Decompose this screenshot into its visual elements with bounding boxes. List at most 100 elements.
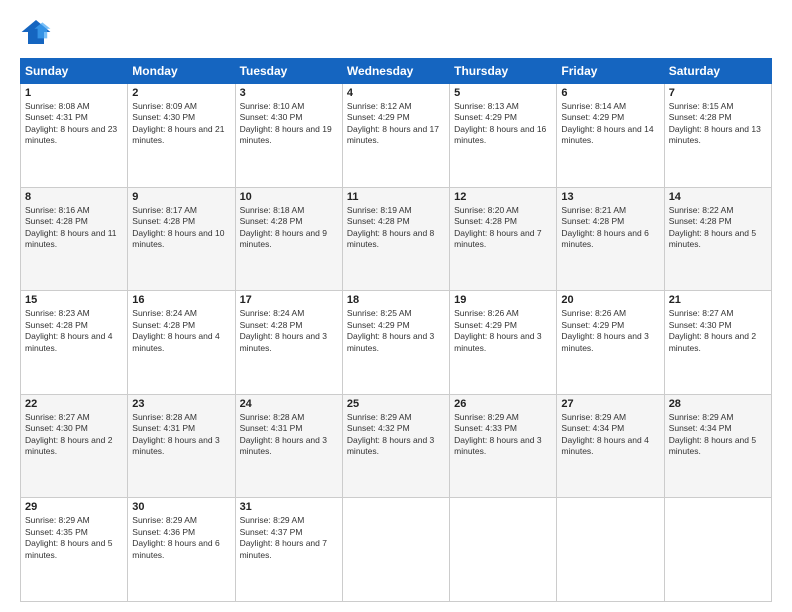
calendar-week-row: 8 Sunrise: 8:16 AMSunset: 4:28 PMDaylight… (21, 187, 772, 291)
day-number: 23 (132, 398, 230, 410)
cell-content: Sunrise: 8:28 AMSunset: 4:31 PMDaylight:… (240, 412, 338, 458)
day-number: 11 (347, 191, 445, 203)
header (20, 16, 772, 48)
day-number: 27 (561, 398, 659, 410)
cell-content: Sunrise: 8:21 AMSunset: 4:28 PMDaylight:… (561, 205, 659, 251)
day-number: 31 (240, 501, 338, 513)
weekday-header: Thursday (450, 59, 557, 84)
cell-content: Sunrise: 8:25 AMSunset: 4:29 PMDaylight:… (347, 308, 445, 354)
day-number: 8 (25, 191, 123, 203)
calendar-cell: 26 Sunrise: 8:29 AMSunset: 4:33 PMDayligh… (450, 394, 557, 498)
cell-content: Sunrise: 8:29 AMSunset: 4:33 PMDaylight:… (454, 412, 552, 458)
calendar-cell: 23 Sunrise: 8:28 AMSunset: 4:31 PMDayligh… (128, 394, 235, 498)
weekday-header: Saturday (664, 59, 771, 84)
day-number: 13 (561, 191, 659, 203)
calendar-cell: 10 Sunrise: 8:18 AMSunset: 4:28 PMDayligh… (235, 187, 342, 291)
day-number: 17 (240, 294, 338, 306)
calendar-cell: 24 Sunrise: 8:28 AMSunset: 4:31 PMDayligh… (235, 394, 342, 498)
calendar-cell: 14Sunrise: 8:22 AMSunset: 4:28 PMDayligh… (664, 187, 771, 291)
cell-content: Sunrise: 8:17 AMSunset: 4:28 PMDaylight:… (132, 205, 230, 251)
cell-content: Sunrise: 8:29 AMSunset: 4:37 PMDaylight:… (240, 515, 338, 561)
cell-content: Sunrise: 8:10 AMSunset: 4:30 PMDaylight:… (240, 101, 338, 147)
calendar-cell: 8 Sunrise: 8:16 AMSunset: 4:28 PMDaylight… (21, 187, 128, 291)
cell-content: Sunrise: 8:27 AMSunset: 4:30 PMDaylight:… (25, 412, 123, 458)
cell-content: Sunrise: 8:13 AMSunset: 4:29 PMDaylight:… (454, 101, 552, 147)
day-number: 5 (454, 87, 552, 99)
cell-content: Sunrise: 8:08 AMSunset: 4:31 PMDaylight:… (25, 101, 123, 147)
cell-content: Sunrise: 8:12 AMSunset: 4:29 PMDaylight:… (347, 101, 445, 147)
day-number: 6 (561, 87, 659, 99)
calendar-cell: 29Sunrise: 8:29 AMSunset: 4:35 PMDayligh… (21, 498, 128, 602)
cell-content: Sunrise: 8:15 AMSunset: 4:28 PMDaylight:… (669, 101, 767, 147)
cell-content: Sunrise: 8:26 AMSunset: 4:29 PMDaylight:… (561, 308, 659, 354)
cell-content: Sunrise: 8:24 AMSunset: 4:28 PMDaylight:… (132, 308, 230, 354)
calendar-cell: 5 Sunrise: 8:13 AMSunset: 4:29 PMDaylight… (450, 84, 557, 188)
calendar-cell: 25 Sunrise: 8:29 AMSunset: 4:32 PMDayligh… (342, 394, 449, 498)
calendar-cell: 20 Sunrise: 8:26 AMSunset: 4:29 PMDayligh… (557, 291, 664, 395)
cell-content: Sunrise: 8:29 AMSunset: 4:32 PMDaylight:… (347, 412, 445, 458)
day-number: 4 (347, 87, 445, 99)
calendar-cell (664, 498, 771, 602)
calendar-cell: 6Sunrise: 8:14 AMSunset: 4:29 PMDaylight… (557, 84, 664, 188)
day-number: 1 (25, 87, 123, 99)
calendar-cell: 30 Sunrise: 8:29 AMSunset: 4:36 PMDayligh… (128, 498, 235, 602)
day-number: 15 (25, 294, 123, 306)
weekday-header: Monday (128, 59, 235, 84)
calendar-cell (342, 498, 449, 602)
day-number: 3 (240, 87, 338, 99)
day-number: 18 (347, 294, 445, 306)
day-number: 10 (240, 191, 338, 203)
calendar-cell: 22Sunrise: 8:27 AMSunset: 4:30 PMDayligh… (21, 394, 128, 498)
calendar-cell: 27Sunrise: 8:29 AMSunset: 4:34 PMDayligh… (557, 394, 664, 498)
calendar-cell: 11 Sunrise: 8:19 AMSunset: 4:28 PMDayligh… (342, 187, 449, 291)
calendar-cell: 19Sunrise: 8:26 AMSunset: 4:29 PMDayligh… (450, 291, 557, 395)
calendar-cell: 16 Sunrise: 8:24 AMSunset: 4:28 PMDayligh… (128, 291, 235, 395)
day-number: 28 (669, 398, 767, 410)
day-number: 26 (454, 398, 552, 410)
day-number: 16 (132, 294, 230, 306)
cell-content: Sunrise: 8:29 AMSunset: 4:36 PMDaylight:… (132, 515, 230, 561)
cell-content: Sunrise: 8:22 AMSunset: 4:28 PMDaylight:… (669, 205, 767, 251)
calendar-table: SundayMondayTuesdayWednesdayThursdayFrid… (20, 58, 772, 602)
day-number: 12 (454, 191, 552, 203)
calendar-cell: 17 Sunrise: 8:24 AMSunset: 4:28 PMDayligh… (235, 291, 342, 395)
calendar-cell (557, 498, 664, 602)
calendar-week-row: 15 Sunrise: 8:23 AMSunset: 4:28 PMDayligh… (21, 291, 772, 395)
logo-icon (20, 16, 52, 48)
day-number: 7 (669, 87, 767, 99)
day-number: 20 (561, 294, 659, 306)
cell-content: Sunrise: 8:19 AMSunset: 4:28 PMDaylight:… (347, 205, 445, 251)
calendar-cell: 1 Sunrise: 8:08 AMSunset: 4:31 PMDaylight… (21, 84, 128, 188)
day-number: 9 (132, 191, 230, 203)
calendar-cell: 28 Sunrise: 8:29 AMSunset: 4:34 PMDayligh… (664, 394, 771, 498)
calendar-cell: 2Sunrise: 8:09 AMSunset: 4:30 PMDaylight… (128, 84, 235, 188)
calendar-cell: 15 Sunrise: 8:23 AMSunset: 4:28 PMDayligh… (21, 291, 128, 395)
cell-content: Sunrise: 8:18 AMSunset: 4:28 PMDaylight:… (240, 205, 338, 251)
cell-content: Sunrise: 8:28 AMSunset: 4:31 PMDaylight:… (132, 412, 230, 458)
cell-content: Sunrise: 8:20 AMSunset: 4:28 PMDaylight:… (454, 205, 552, 251)
cell-content: Sunrise: 8:23 AMSunset: 4:28 PMDaylight:… (25, 308, 123, 354)
calendar-cell: 12 Sunrise: 8:20 AMSunset: 4:28 PMDayligh… (450, 187, 557, 291)
calendar-cell (450, 498, 557, 602)
calendar-week-row: 29Sunrise: 8:29 AMSunset: 4:35 PMDayligh… (21, 498, 772, 602)
calendar-header-row: SundayMondayTuesdayWednesdayThursdayFrid… (21, 59, 772, 84)
calendar-cell: 18 Sunrise: 8:25 AMSunset: 4:29 PMDayligh… (342, 291, 449, 395)
calendar-cell: 31 Sunrise: 8:29 AMSunset: 4:37 PMDayligh… (235, 498, 342, 602)
cell-content: Sunrise: 8:24 AMSunset: 4:28 PMDaylight:… (240, 308, 338, 354)
weekday-header: Wednesday (342, 59, 449, 84)
calendar-cell: 7 Sunrise: 8:15 AMSunset: 4:28 PMDaylight… (664, 84, 771, 188)
page: SundayMondayTuesdayWednesdayThursdayFrid… (0, 0, 792, 612)
day-number: 19 (454, 294, 552, 306)
cell-content: Sunrise: 8:16 AMSunset: 4:28 PMDaylight:… (25, 205, 123, 251)
weekday-header: Sunday (21, 59, 128, 84)
cell-content: Sunrise: 8:29 AMSunset: 4:34 PMDaylight:… (669, 412, 767, 458)
cell-content: Sunrise: 8:09 AMSunset: 4:30 PMDaylight:… (132, 101, 230, 147)
cell-content: Sunrise: 8:27 AMSunset: 4:30 PMDaylight:… (669, 308, 767, 354)
calendar-cell: 9 Sunrise: 8:17 AMSunset: 4:28 PMDaylight… (128, 187, 235, 291)
day-number: 25 (347, 398, 445, 410)
calendar-cell: 4 Sunrise: 8:12 AMSunset: 4:29 PMDaylight… (342, 84, 449, 188)
calendar-cell: 13 Sunrise: 8:21 AMSunset: 4:28 PMDayligh… (557, 187, 664, 291)
day-number: 30 (132, 501, 230, 513)
calendar-cell: 3 Sunrise: 8:10 AMSunset: 4:30 PMDaylight… (235, 84, 342, 188)
day-number: 24 (240, 398, 338, 410)
